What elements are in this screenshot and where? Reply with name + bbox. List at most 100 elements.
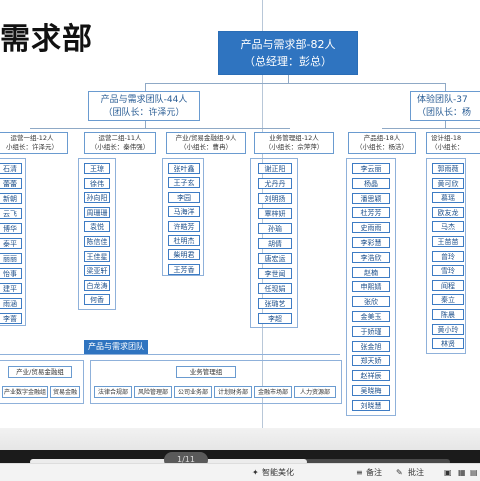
member-name[interactable]: 吴晓梅 (352, 385, 390, 396)
group-leader: 小组长：许泽元） (6, 143, 58, 151)
member-name[interactable]: 谢正阳 (258, 163, 292, 174)
bottom-section-tag[interactable]: 产品与需求团队 (84, 340, 148, 354)
member-name[interactable]: 赵祥辰 (352, 370, 390, 382)
member-name[interactable]: 张金旭 (352, 340, 390, 352)
member-name[interactable]: 秦立 (432, 294, 464, 306)
member-name[interactable]: 阎程 (432, 279, 464, 291)
member-name[interactable]: 李彩慧 (352, 237, 390, 248)
bottom-right-item[interactable]: 人力资源部 (294, 386, 336, 398)
member-name[interactable]: 赵楠 (352, 266, 390, 278)
member-name[interactable]: 马海洋 (168, 206, 200, 218)
member-name[interactable]: 郑天娇 (352, 355, 390, 367)
member-name[interactable]: 唐宏运 (258, 253, 292, 264)
member-name[interactable]: 黄可欣 (432, 177, 464, 189)
root-node[interactable]: 产品与需求部-82人 （总经理：彭总） (218, 31, 358, 75)
member-name[interactable]: 胡倩 (258, 238, 292, 249)
member-name[interactable]: 王子玄 (168, 177, 200, 189)
comments-icon[interactable]: ✎ (396, 466, 403, 479)
member-name[interactable]: 陈晨 (432, 309, 464, 320)
smart-beautify-button[interactable]: 智能美化 (262, 466, 294, 479)
member-name[interactable]: 袁悦 (84, 221, 110, 233)
member-name[interactable]: 梁亚轩 (84, 265, 110, 277)
group-ops-1[interactable]: 运营一组-12人 小组长：许泽元） (0, 132, 68, 154)
member-name[interactable]: 李浩欣 (352, 251, 390, 263)
group-design[interactable]: 设计组-18 （小组长： (426, 132, 480, 154)
member-name[interactable]: 雨涵 (0, 298, 22, 309)
member-name[interactable]: 丽丽 (0, 253, 22, 264)
bottom-right-item[interactable]: 风险管理部 (134, 386, 172, 398)
member-name[interactable]: 王佳星 (84, 250, 110, 262)
member-name[interactable]: 许皓芳 (168, 220, 200, 232)
group-business-mgmt[interactable]: 业务管理组-12人 （小组长：佘萍萍） (254, 132, 334, 154)
notes-button[interactable]: 备注 (366, 466, 382, 479)
member-name[interactable]: 曾玲 (432, 250, 464, 262)
member-name[interactable]: 建平 (0, 283, 22, 294)
bottom-left-header[interactable]: 产业/贸易金融组 (8, 366, 72, 378)
member-name[interactable]: 刘明扬 (258, 193, 292, 204)
member-name[interactable]: 杨晶 (352, 177, 390, 189)
member-name[interactable]: 孙瑜 (258, 223, 292, 234)
member-name[interactable]: 新朝 (0, 193, 22, 204)
bottom-right-item[interactable]: 计划财务部 (214, 386, 252, 398)
normal-view-icon[interactable]: ▣ (444, 466, 452, 479)
member-name[interactable]: 怡事 (0, 268, 22, 279)
team-product-demand[interactable]: 产品与需求团队-44人 （团队长：许泽元） (88, 91, 200, 121)
member-name[interactable]: 李园 (168, 191, 200, 203)
member-name[interactable]: 王苗苗 (432, 236, 464, 247)
member-name[interactable]: 于娇瑾 (352, 325, 390, 337)
member-name[interactable]: 欧友龙 (432, 206, 464, 218)
member-name[interactable]: 张璐艺 (258, 298, 292, 309)
group-ops-2[interactable]: 运营二组-11人 （小组长：秦伟强） (84, 132, 156, 154)
member-name[interactable]: 马杰 (432, 221, 464, 233)
member-name[interactable]: 李超 (258, 313, 292, 324)
notes-icon[interactable]: ≡ (356, 466, 363, 479)
member-name[interactable]: 慕瑶 (432, 192, 464, 204)
member-name[interactable]: 何香 (84, 294, 110, 306)
member-name[interactable]: 尤丹丹 (258, 178, 292, 189)
member-name[interactable]: 李云丽 (352, 163, 390, 174)
reading-view-icon[interactable]: ▤ (470, 466, 478, 479)
member-name[interactable]: 泰平 (0, 238, 22, 249)
member-name[interactable]: 孙向阳 (84, 192, 110, 204)
member-name[interactable]: 柴明君 (168, 249, 200, 261)
member-name[interactable]: 李蔷 (0, 313, 22, 324)
member-name[interactable]: 郭雨薇 (432, 163, 464, 174)
member-name[interactable]: 李世闻 (258, 268, 292, 279)
member-name[interactable]: 林贤 (432, 338, 464, 350)
member-name[interactable]: 任现娟 (258, 283, 292, 294)
member-name[interactable]: 黄小玲 (432, 323, 464, 335)
team-experience[interactable]: 体验团队-37 （团队长：杨 (410, 91, 480, 121)
grid-view-icon[interactable]: ▦ (458, 466, 466, 479)
member-name[interactable]: 刘晓慧 (352, 399, 390, 411)
bottom-right-item[interactable]: 金融市场部 (254, 386, 292, 398)
member-name[interactable]: 金美玉 (352, 311, 390, 322)
member-name[interactable]: 云飞 (0, 208, 22, 219)
group-product[interactable]: 产品组-18人 （小组长：杨洁） (348, 132, 416, 154)
member-name[interactable]: 白龙涛 (84, 279, 110, 291)
bottom-right-header[interactable]: 业务管理组 (176, 366, 236, 378)
bottom-right-item[interactable]: 公司业务部 (174, 386, 212, 398)
member-name[interactable]: 王芳香 (168, 263, 200, 275)
member-name[interactable]: 覃梓妍 (258, 208, 292, 219)
member-name[interactable]: 杜芳芳 (352, 207, 390, 219)
member-name[interactable]: 蕾蕾 (0, 178, 22, 189)
bottom-right-item[interactable]: 法律合规部 (94, 386, 132, 398)
member-name[interactable]: 石清 (0, 163, 22, 174)
group-trade-finance[interactable]: 产业/贸易金融组-9人 （小组长：曹冉） (166, 132, 246, 154)
member-name[interactable]: 博华 (0, 223, 22, 234)
bottom-left-item[interactable]: 贸易金融 (50, 386, 80, 398)
member-name[interactable]: 潘思颖 (352, 192, 390, 204)
comments-button[interactable]: 批注 (408, 466, 424, 479)
member-name[interactable]: 史雨雨 (352, 222, 390, 234)
member-name[interactable]: 周珊珊 (84, 206, 110, 218)
member-name[interactable]: 徐伟 (84, 177, 110, 189)
member-name[interactable]: 陈信佳 (84, 236, 110, 247)
member-name[interactable]: 杜明杰 (168, 235, 200, 246)
smart-beautify-icon[interactable]: ✦ (252, 466, 259, 479)
member-name[interactable]: 张叶鑫 (168, 163, 200, 174)
member-name[interactable]: 申熙婧 (352, 281, 390, 293)
member-name[interactable]: 雪玲 (432, 265, 464, 277)
member-name[interactable]: 王琼 (84, 163, 110, 174)
bottom-left-item[interactable]: 产业数字金融组 (2, 386, 48, 398)
member-name[interactable]: 张欣 (352, 296, 390, 308)
